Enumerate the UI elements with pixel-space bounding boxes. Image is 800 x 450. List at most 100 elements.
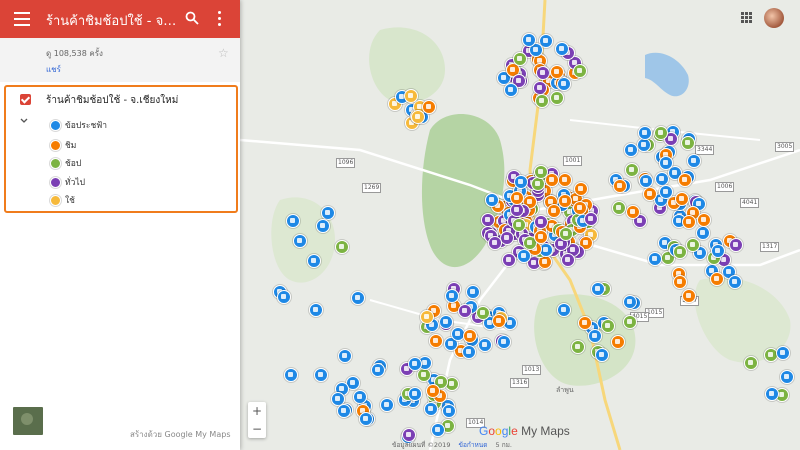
poi-marker[interactable]	[594, 347, 609, 362]
poi-marker[interactable]	[587, 328, 602, 343]
poi-marker[interactable]	[503, 83, 518, 97]
legend-color-icon	[50, 158, 61, 169]
poi-marker[interactable]	[276, 289, 291, 304]
reservoir	[645, 52, 689, 97]
road-number-label: 1001	[563, 156, 583, 166]
poi-marker[interactable]	[648, 251, 663, 266]
poi-marker[interactable]	[681, 214, 696, 229]
poi-marker[interactable]	[403, 89, 418, 104]
road-number-label: 1006	[715, 182, 735, 192]
zoom-in-button[interactable]: +	[248, 402, 266, 420]
poi-marker[interactable]	[430, 423, 445, 438]
poi-marker[interactable]	[536, 66, 550, 81]
map-info: ดู 108,538 ครั้ง แชร์ ☆	[0, 38, 240, 82]
menu-icon[interactable]	[14, 12, 30, 26]
poi-marker[interactable]	[533, 80, 548, 95]
legend-color-icon	[50, 140, 61, 151]
scale-label: 5 กม.	[495, 441, 513, 449]
poi-marker[interactable]	[729, 237, 744, 252]
apps-grid-icon[interactable]	[741, 12, 752, 23]
poi-marker[interactable]	[600, 318, 615, 333]
poi-marker[interactable]	[442, 403, 457, 418]
poi-marker[interactable]	[743, 356, 758, 371]
poi-marker[interactable]	[420, 309, 435, 324]
poi-marker[interactable]	[779, 370, 794, 385]
poi-marker[interactable]	[513, 51, 528, 66]
poi-marker[interactable]	[308, 303, 323, 318]
poi-marker[interactable]	[680, 136, 695, 151]
poi-marker[interactable]	[557, 173, 572, 188]
poi-marker[interactable]	[466, 284, 481, 299]
more-vert-icon[interactable]	[218, 11, 222, 27]
poi-marker[interactable]	[623, 142, 638, 157]
poi-marker[interactable]	[577, 316, 592, 331]
poi-marker[interactable]	[444, 288, 459, 303]
poi-marker[interactable]	[695, 226, 710, 241]
poi-marker[interactable]	[316, 218, 331, 233]
poi-marker[interactable]	[625, 204, 640, 219]
side-panel: ร้านค้าชิมช้อปใช้ - จ.เชียงใหม่ ดู 108,5…	[0, 0, 240, 450]
legend-item[interactable]: ใช้	[50, 193, 75, 206]
poi-marker[interactable]	[513, 175, 528, 190]
basemap-thumbnail[interactable]	[13, 407, 43, 435]
poi-marker[interactable]	[533, 230, 548, 245]
poi-marker[interactable]	[477, 338, 492, 352]
road-number-label: 1317	[760, 242, 780, 252]
poi-marker[interactable]	[535, 93, 550, 108]
poi-marker[interactable]	[408, 386, 423, 401]
poi-marker[interactable]	[696, 212, 711, 227]
poi-marker[interactable]	[612, 201, 627, 215]
poi-marker[interactable]	[421, 99, 436, 114]
poi-marker[interactable]	[583, 211, 598, 226]
poi-marker[interactable]	[283, 367, 298, 382]
poi-marker[interactable]	[511, 217, 526, 232]
google-my-maps-logo: Google My Maps	[479, 424, 570, 438]
poi-marker[interactable]	[659, 155, 674, 170]
poi-marker[interactable]	[337, 348, 352, 363]
poi-marker[interactable]	[573, 181, 588, 196]
poi-marker[interactable]	[292, 233, 307, 248]
road-number-label: 3005	[775, 142, 795, 152]
zoom-out-button[interactable]: −	[248, 420, 266, 438]
legend-color-icon	[50, 120, 61, 131]
legend-item[interactable]: ทั่วไป	[50, 175, 86, 188]
search-icon[interactable]	[185, 11, 199, 25]
poi-marker[interactable]	[554, 41, 569, 56]
poi-marker[interactable]	[307, 253, 322, 268]
poi-marker[interactable]	[638, 125, 653, 140]
avatar[interactable]	[764, 8, 784, 28]
poi-marker[interactable]	[686, 153, 701, 168]
poi-marker[interactable]	[686, 237, 701, 252]
poi-marker[interactable]	[320, 205, 335, 220]
map-canvas[interactable]: 1096126910013344300510064041131711471015…	[240, 0, 800, 450]
poi-marker[interactable]	[501, 253, 516, 268]
poi-marker[interactable]	[463, 328, 478, 343]
poi-marker[interactable]	[461, 344, 476, 359]
attribution-text: ข้อมูลแผนที่ ©2019	[392, 441, 451, 449]
poi-marker[interactable]	[653, 125, 668, 140]
share-link[interactable]: แชร์	[46, 63, 61, 76]
legend-item[interactable]: ชิม	[50, 138, 76, 151]
poi-marker[interactable]	[572, 63, 587, 78]
poi-marker[interactable]	[549, 64, 564, 79]
chevron-down-icon[interactable]	[20, 117, 28, 125]
poi-marker[interactable]	[557, 194, 572, 209]
poi-marker[interactable]	[510, 190, 525, 205]
layer-checkbox[interactable]	[20, 94, 31, 105]
poi-marker[interactable]	[285, 213, 300, 228]
poi-marker[interactable]	[622, 295, 637, 310]
legend-item[interactable]: ช้อป	[50, 156, 81, 169]
legend-item[interactable]: ข้อประชฟ้า	[50, 118, 107, 131]
poi-marker[interactable]	[439, 314, 454, 329]
created-with-credit: สร้างด้วย Google My Maps	[130, 430, 231, 439]
legend-color-icon	[50, 195, 61, 206]
poi-marker[interactable]	[557, 302, 571, 317]
star-icon[interactable]: ☆	[218, 46, 229, 60]
poi-marker[interactable]	[643, 186, 658, 201]
terms-link[interactable]: ข้อกำหนด	[459, 441, 488, 449]
poi-marker[interactable]	[350, 291, 365, 305]
legend-label: ทั่วไป	[65, 178, 86, 188]
layer-name: ร้านค้าชิมช้อปใช้ - จ.เชียงใหม่	[46, 95, 179, 106]
poi-marker[interactable]	[337, 403, 352, 418]
poi-marker[interactable]	[416, 368, 431, 383]
